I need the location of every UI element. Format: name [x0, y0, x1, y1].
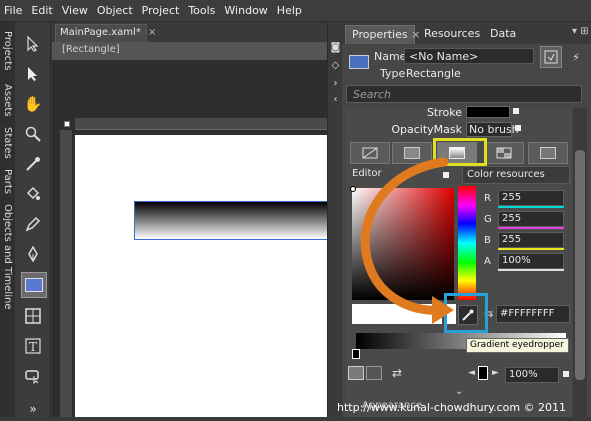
document-tab[interactable]: MainPage.xaml* × — [55, 24, 156, 42]
opacitymask-advanced-icon[interactable] — [515, 125, 521, 131]
gradient-stop-selected[interactable] — [478, 366, 488, 380]
name-label: Name — [374, 50, 407, 63]
offset-advanced-icon[interactable] — [563, 371, 569, 377]
channel-a-slider[interactable] — [498, 269, 564, 271]
zoom-tool-icon[interactable] — [21, 122, 45, 146]
svg-text:T: T — [29, 340, 37, 354]
tab-states[interactable]: States — [0, 124, 15, 162]
channel-r-slider[interactable] — [498, 206, 564, 208]
panel-splitter: ◙ ◇ › ‹ — [327, 22, 342, 417]
horizontal-ruler — [75, 118, 327, 130]
color-resources-tab[interactable]: Color resources — [462, 166, 570, 184]
vertical-ruler — [60, 130, 72, 417]
events-button[interactable] — [540, 46, 562, 68]
brush-resources-button[interactable] — [528, 142, 568, 164]
pencil-tool-icon[interactable] — [21, 212, 45, 236]
tab-data[interactable]: Data — [484, 25, 524, 44]
lightning-icon[interactable]: ⚡ — [566, 46, 586, 68]
text-tool-icon[interactable]: T — [21, 334, 45, 358]
pin-icon[interactable]: ▾ ⊞ — [572, 26, 589, 37]
tab-objects-and-timeline[interactable]: Objects and Timeline — [0, 202, 15, 312]
channel-b-slider[interactable] — [498, 248, 564, 250]
menu-help[interactable]: Help — [277, 4, 302, 17]
channel-r-label: R — [484, 193, 491, 204]
panel-tabs: Properties × Resources Data ▾ ⊞ — [342, 22, 591, 44]
close-icon[interactable]: × — [148, 27, 156, 38]
channel-g-label: G — [484, 214, 492, 225]
gradient-radial-button[interactable] — [366, 366, 382, 380]
chevron-left-icon[interactable]: ‹ — [328, 94, 343, 105]
channel-g-slider[interactable] — [498, 227, 564, 229]
opacitymask-label: OpacityMask — [391, 123, 462, 136]
gradient-stop-offset-input[interactable]: 100% — [505, 367, 559, 383]
type-value: Rectangle — [406, 67, 461, 80]
gradient-stop-left[interactable] — [352, 349, 360, 359]
rectangle-tool-icon[interactable] — [21, 272, 47, 298]
gradient-linear-button[interactable] — [348, 366, 364, 380]
paint-bucket-tool-icon[interactable] — [21, 182, 45, 206]
type-label: Type — [380, 67, 406, 80]
pen-tool-icon[interactable] — [21, 242, 45, 266]
tab-properties[interactable]: Properties × — [345, 25, 420, 44]
reverse-gradient-icon[interactable]: ⇄ — [392, 366, 402, 380]
direct-selection-tool-icon[interactable] — [21, 62, 45, 86]
tab-resources[interactable]: Resources — [418, 25, 488, 44]
pin-icon[interactable]: ◙ — [328, 42, 343, 53]
tab-parts[interactable]: Parts — [0, 165, 15, 197]
stop-left-icon[interactable]: ◄ — [468, 368, 475, 378]
menu-view[interactable]: View — [62, 4, 88, 17]
properties-icon — [544, 50, 558, 64]
artboard-handle[interactable] — [64, 121, 70, 127]
stroke-advanced-icon[interactable] — [513, 108, 519, 114]
channel-b-input[interactable]: 255 — [498, 232, 564, 248]
tab-projects[interactable]: Projects — [0, 28, 15, 74]
stroke-label: Stroke — [426, 106, 462, 119]
breadcrumb[interactable]: [Rectangle] — [52, 42, 327, 60]
tooltip: Gradient eyedropper — [466, 338, 569, 353]
menu-project[interactable]: Project — [142, 4, 180, 17]
annotation-arrow — [360, 157, 454, 324]
search-input[interactable]: Search — [346, 85, 582, 103]
document-tab-label: MainPage.xaml* — [60, 27, 141, 38]
tile-brush-button[interactable] — [484, 142, 524, 164]
expand-icon[interactable]: ◇ — [328, 60, 343, 71]
stroke-swatch[interactable] — [466, 106, 510, 118]
object-type-icon — [349, 55, 369, 69]
grid-layout-tool-icon[interactable] — [21, 304, 45, 328]
scrollbar-thumb[interactable] — [575, 150, 585, 380]
chevron-right-icon[interactable]: › — [328, 78, 343, 89]
watermark: http://www.kunal-chowdhury.com © 2011 — [337, 401, 567, 414]
channel-g-input[interactable]: 255 — [498, 211, 564, 227]
tab-assets[interactable]: Assets — [0, 80, 15, 120]
stop-right-icon[interactable]: ► — [492, 368, 499, 378]
selection-tool-icon[interactable] — [21, 32, 45, 56]
artboard[interactable] — [75, 135, 327, 417]
channel-a-input[interactable]: 100% — [498, 253, 564, 269]
hex-color-input[interactable]: #FFFFFFFF — [496, 305, 570, 323]
pan-tool-icon[interactable]: ✋ — [21, 92, 45, 116]
controls-tool-icon[interactable] — [21, 364, 45, 388]
channel-r-input[interactable]: 255 — [498, 190, 564, 206]
menu-window[interactable]: Window — [224, 4, 267, 17]
left-panel-tabs: Projects Assets States Parts Objects and… — [0, 22, 15, 417]
toolbox: ✋ T » — [15, 22, 51, 417]
name-field[interactable]: <No Name> — [404, 48, 534, 64]
channel-b-label: B — [484, 235, 491, 246]
menu-bar: File Edit View Object Project Tools Wind… — [0, 0, 591, 22]
selected-rectangle[interactable] — [134, 201, 327, 240]
asset-library-icon[interactable]: » — [21, 397, 45, 421]
expand-more-icon[interactable]: ⌄ — [455, 386, 463, 397]
channel-a-label: A — [484, 256, 491, 267]
menu-object[interactable]: Object — [97, 4, 133, 17]
menu-tools[interactable]: Tools — [188, 4, 215, 17]
opacitymask-value[interactable]: No brush — [466, 122, 519, 137]
eyedropper-tool-icon[interactable] — [21, 152, 45, 176]
menu-file[interactable]: File — [4, 4, 22, 17]
tab-properties-label: Properties — [352, 28, 408, 41]
menu-edit[interactable]: Edit — [31, 4, 52, 17]
